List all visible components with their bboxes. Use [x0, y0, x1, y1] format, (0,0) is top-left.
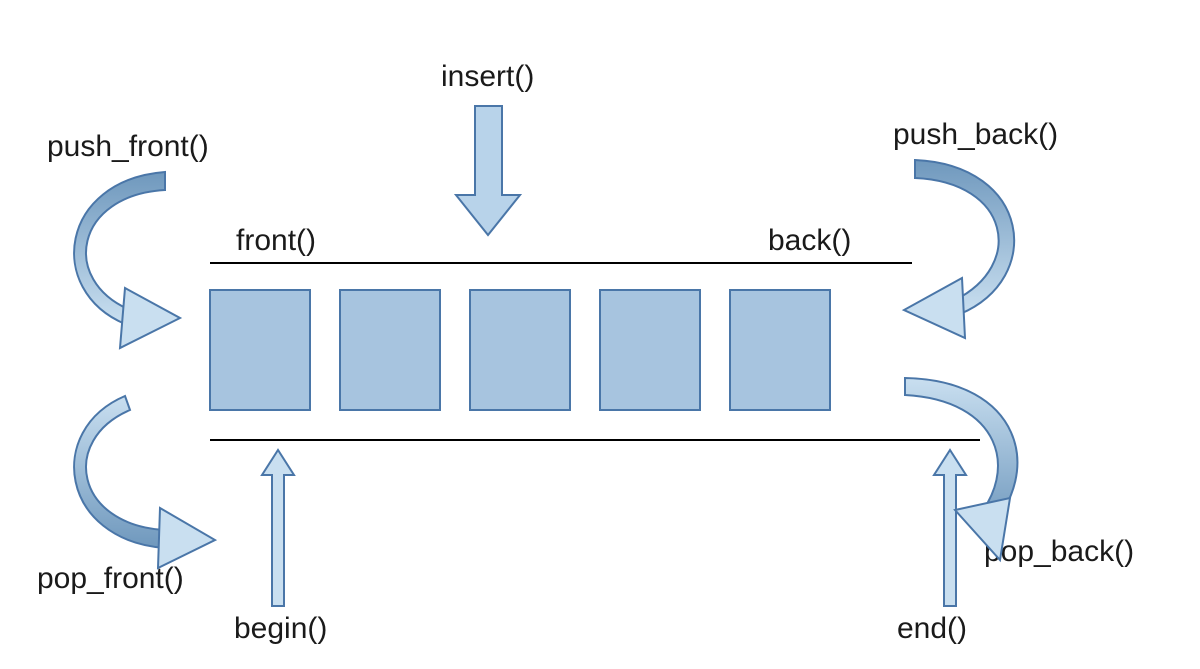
- deque-element: [340, 290, 440, 410]
- begin-arrow: [262, 450, 294, 606]
- end-arrow: [934, 450, 966, 606]
- deque-element: [470, 290, 570, 410]
- deque-element: [730, 290, 830, 410]
- diagram-canvas: [0, 0, 1200, 669]
- insert-arrow: [456, 106, 520, 235]
- deque-element: [210, 290, 310, 410]
- deque-elements: [210, 290, 830, 410]
- deque-element: [600, 290, 700, 410]
- push-front-arrow: [74, 172, 180, 348]
- pop-front-arrow: [74, 396, 215, 568]
- push-back-arrow: [904, 160, 1014, 338]
